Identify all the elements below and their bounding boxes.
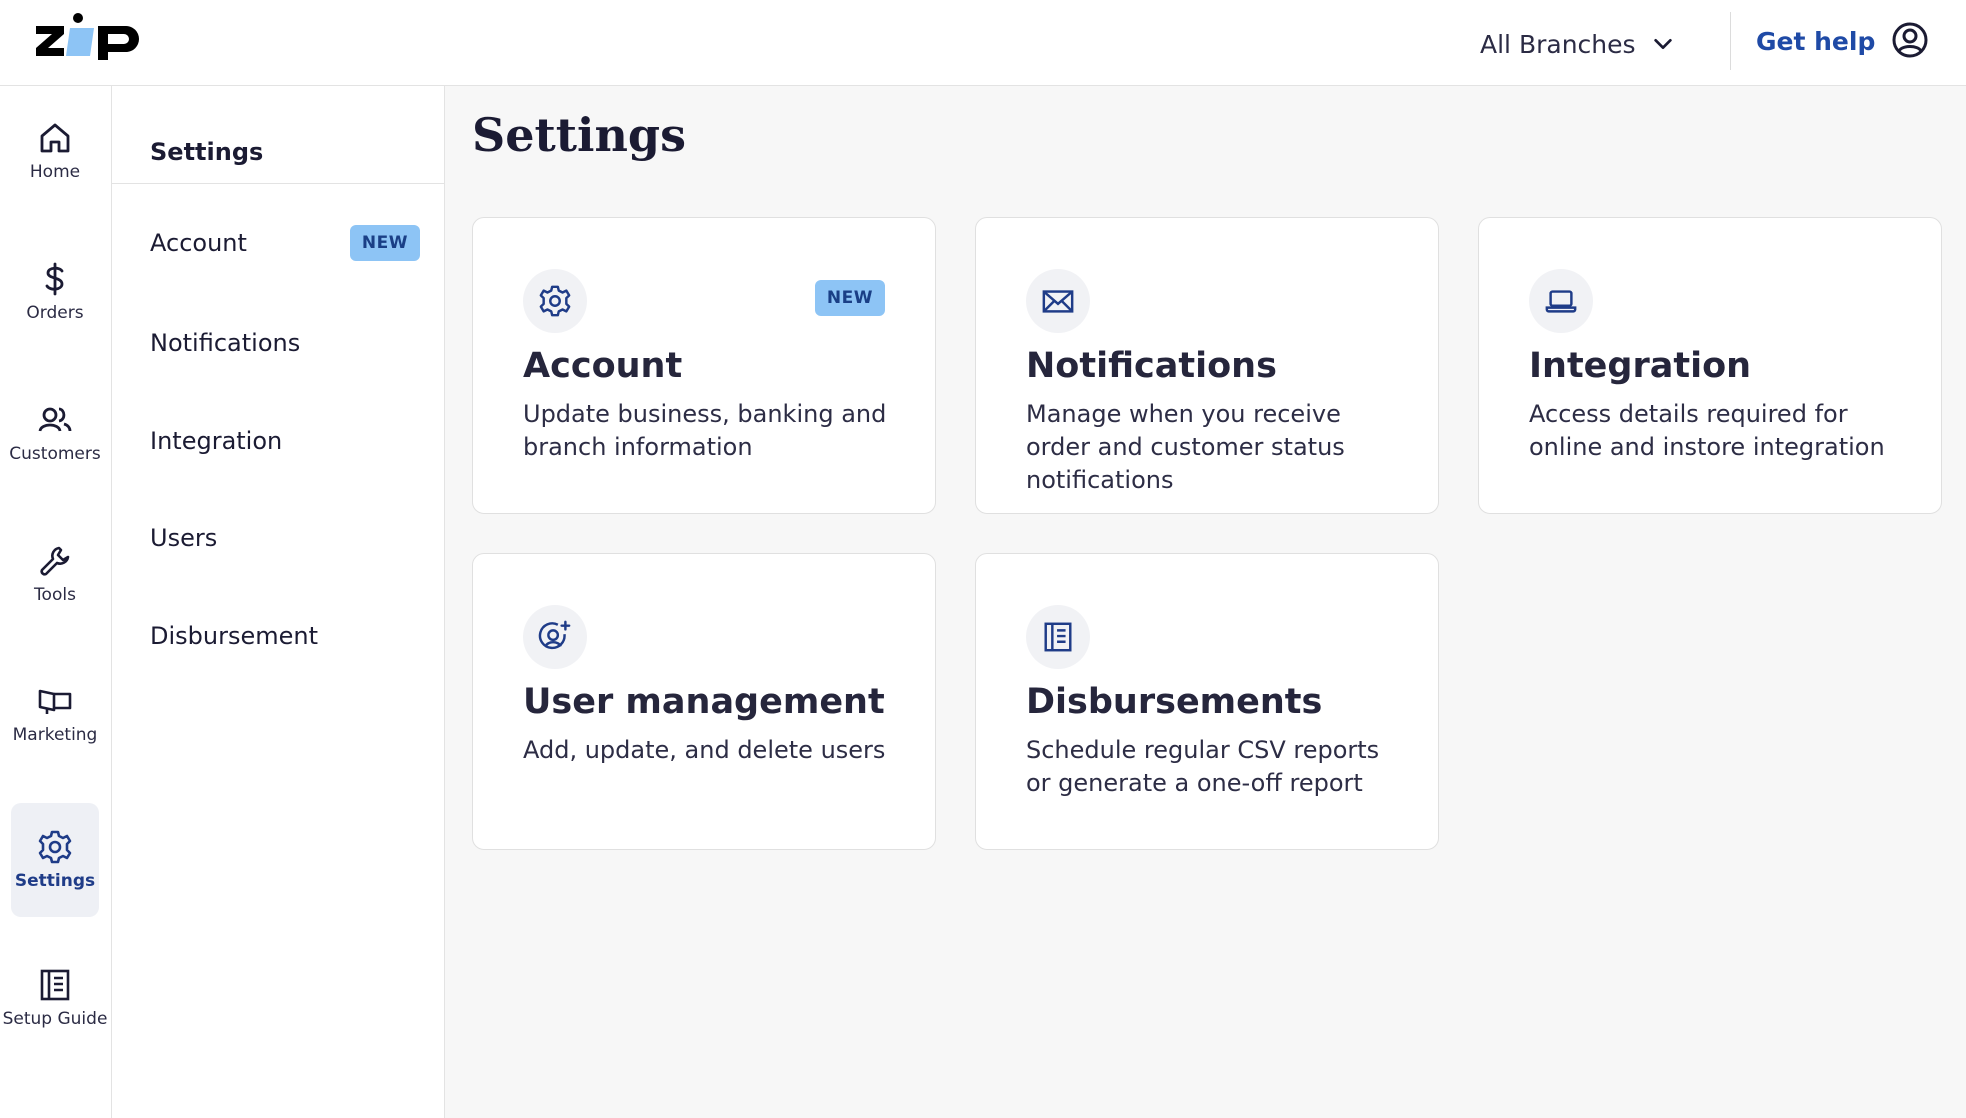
subnav-label: Disbursement [150, 622, 318, 650]
header-divider [1730, 12, 1731, 70]
nav-item-orders[interactable]: Orders [11, 235, 99, 349]
user-management-card[interactable]: User management Add, update, and delete … [472, 553, 936, 850]
nav-item-settings[interactable]: Settings [11, 803, 99, 917]
new-badge: NEW [349, 225, 420, 261]
card-description: Manage when you receive order and custom… [1026, 400, 1345, 494]
notifications-card[interactable]: Notifications Manage when you receive or… [975, 217, 1439, 514]
report-icon [1044, 622, 1072, 652]
dollar-icon [45, 262, 64, 296]
nav-label: Customers [9, 444, 101, 464]
card-icon-wrap [1026, 605, 1090, 669]
branch-select-label: All Branches [1480, 29, 1636, 59]
account-card[interactable]: NEW Account Update business, banking and… [472, 217, 936, 514]
subnav-item-disbursement[interactable]: Disbursement [150, 611, 420, 661]
wrench-icon [40, 546, 70, 576]
nav-item-marketing[interactable]: Marketing [11, 657, 99, 771]
subnav-title: Settings [150, 138, 264, 166]
get-help-link[interactable]: Get help [1756, 22, 1875, 62]
gear-icon [539, 285, 571, 317]
laptop-icon [1545, 290, 1577, 313]
nav-label: Setup Guide [2, 1009, 108, 1029]
card-title: Account [523, 346, 683, 386]
card-title: Disbursements [1026, 682, 1323, 722]
gear-icon [38, 830, 72, 864]
account-icon[interactable] [1890, 20, 1930, 60]
settings-subnav: Settings Account NEW Notifications Integ… [112, 86, 445, 1118]
card-description: Schedule regular CSV reports or generate… [1026, 736, 1380, 797]
subnav-item-users[interactable]: Users [150, 513, 420, 563]
primary-nav: Home Orders Customers Tools Marketing Se… [0, 86, 112, 1118]
chevron-down-icon [1653, 38, 1672, 50]
subnav-item-notifications[interactable]: Notifications [150, 318, 420, 368]
card-title: Integration [1529, 346, 1752, 386]
card-description: Access details required for online and i… [1529, 400, 1885, 461]
card-icon-wrap [523, 269, 587, 333]
subnav-label: Integration [150, 427, 283, 455]
subnav-item-integration[interactable]: Integration [150, 416, 420, 466]
branch-select[interactable]: All Branches [1480, 22, 1674, 66]
envelope-icon [1042, 290, 1074, 313]
nav-label: Orders [26, 303, 84, 323]
nav-item-customers[interactable]: Customers [9, 376, 101, 490]
nav-label: Marketing [12, 725, 98, 745]
nav-item-setup-guide[interactable]: Setup Guide [3, 941, 107, 1055]
subnav-divider [112, 183, 445, 184]
card-icon-wrap [1026, 269, 1090, 333]
subnav-label: Notifications [150, 329, 301, 357]
zip-logo[interactable] [34, 12, 154, 60]
nav-item-tools[interactable]: Tools [11, 517, 99, 631]
guide-icon [40, 969, 70, 1001]
user-add-icon [538, 620, 571, 650]
subnav-label: Account [150, 229, 247, 257]
card-description: Update business, banking and branch info… [523, 400, 887, 461]
card-description: Add, update, and delete users [523, 736, 886, 764]
integration-card[interactable]: Integration Access details required for … [1478, 217, 1942, 514]
nav-label: Tools [34, 585, 76, 605]
card-title: User management [523, 682, 885, 722]
card-icon-wrap [523, 605, 587, 669]
top-bar: All Branches Get help [0, 0, 1966, 86]
card-title: Notifications [1026, 346, 1277, 386]
billboard-icon [38, 689, 72, 714]
nav-item-home[interactable]: Home [11, 94, 99, 208]
page-title: Settings [472, 108, 686, 162]
new-badge: NEW [814, 280, 885, 316]
users-icon [38, 407, 72, 432]
disbursements-card[interactable]: Disbursements Schedule regular CSV repor… [975, 553, 1439, 850]
subnav-item-account[interactable]: Account NEW [150, 218, 420, 268]
card-icon-wrap [1529, 269, 1593, 333]
home-icon [40, 123, 70, 153]
nav-label: Settings [14, 871, 96, 891]
subnav-label: Users [150, 524, 218, 552]
nav-label: Home [29, 162, 81, 182]
